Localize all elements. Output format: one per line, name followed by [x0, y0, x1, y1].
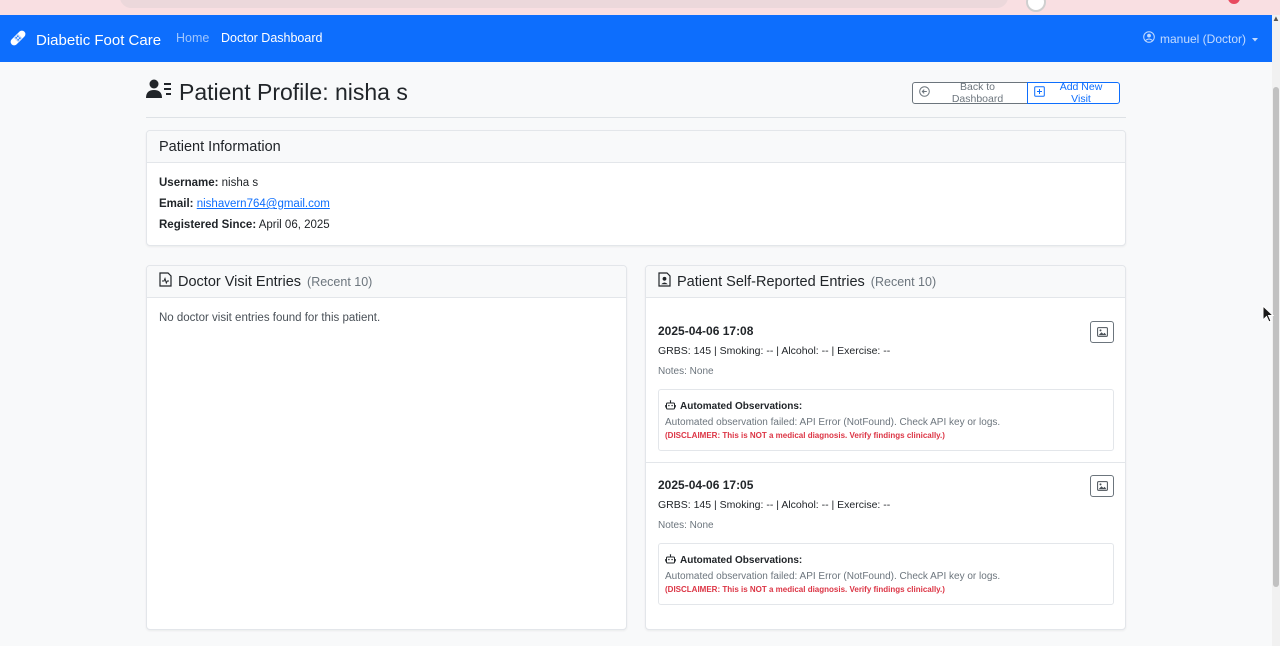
automated-observations-text: Automated observation failed: API Error … — [665, 417, 1001, 428]
patient-information-body: Username: nisha s Email: nishavern764@gm… — [147, 163, 1125, 240]
entry-divider — [646, 462, 1125, 463]
user-menu-label: manuel (Doctor) — [1159, 31, 1246, 46]
automated-observations-title: Automated Observations: — [680, 555, 803, 566]
entry-datetime: 2025-04-06 17:05 — [658, 478, 754, 492]
entry-notes: Notes: None — [658, 366, 714, 377]
image-icon — [1096, 325, 1108, 340]
email-row: Email: nishavern764@gmail.com — [159, 198, 1113, 219]
arrow-left-circle-icon — [919, 86, 930, 100]
patient-information-header: Patient Information — [147, 131, 1125, 163]
person-lines-icon — [146, 78, 172, 106]
medical-disclaimer: (DISCLAIMER: This is NOT a medical diagn… — [665, 585, 945, 594]
browser-address-bar[interactable] — [120, 0, 1008, 8]
registered-label: Registered Since: — [159, 219, 257, 231]
self-reported-entries-count-note: (Recent 10) — [870, 274, 937, 289]
user-menu-dropdown[interactable]: manuel (Doctor) — [1143, 31, 1259, 46]
entry-stats: GRBS: 145 | Smoking: -- | Alcohol: -- | … — [658, 499, 891, 511]
automated-observations-text: Automated observation failed: API Error … — [665, 571, 1001, 582]
bandage-icon — [8, 28, 28, 52]
header-divider — [146, 117, 1126, 118]
add-new-visit-label: Add New Visit — [1059, 81, 1103, 105]
automated-observations-heading: Automated Observations: — [664, 398, 1107, 415]
patient-information-title: Patient Information — [159, 138, 281, 155]
scrollbar-thumb[interactable] — [1273, 87, 1279, 587]
self-reported-entries-title: Patient Self-Reported Entries — [677, 273, 865, 290]
self-reported-entry: 2025-04-06 17:08 GRBS: 145 | Smoking: --… — [658, 321, 1114, 451]
doctor-visit-entries-count-note: (Recent 10) — [307, 274, 373, 289]
file-person-icon — [658, 272, 671, 291]
robot-icon — [664, 554, 677, 567]
brand-link[interactable]: Diabetic Foot Care — [8, 28, 161, 52]
caret-down-icon — [1251, 32, 1259, 46]
doctor-visit-entries-header: Doctor Visit Entries (Recent 10) — [147, 266, 626, 298]
top-navbar: Diabetic Foot Care Home Doctor Dashboard… — [0, 15, 1272, 62]
browser-toolbar — [0, 0, 1280, 15]
automated-observations-title: Automated Observations: — [680, 401, 803, 412]
robot-icon — [664, 400, 677, 413]
header-button-group: Back to Dashboard Add New Visit — [912, 81, 1120, 105]
medical-disclaimer: (DISCLAIMER: This is NOT a medical diagn… — [665, 431, 945, 440]
brand-text: Diabetic Foot Care — [36, 31, 162, 49]
entry-stats: GRBS: 145 | Smoking: -- | Alcohol: -- | … — [658, 345, 891, 357]
registered-row: Registered Since: April 06, 2025 — [159, 219, 1113, 240]
back-to-dashboard-button[interactable]: Back to Dashboard — [912, 81, 1028, 105]
add-new-visit-button[interactable]: Add New Visit — [1027, 81, 1120, 105]
email-label: Email: — [159, 198, 194, 210]
username-label: Username: — [159, 177, 219, 189]
automated-observations-heading: Automated Observations: — [664, 552, 1107, 569]
doctor-visit-entries-card: Doctor Visit Entries (Recent 10) No doct… — [146, 265, 627, 630]
page-title: Patient Profile: nisha s — [146, 78, 408, 106]
browser-notification-badge — [1228, 0, 1240, 4]
self-reported-entries-card: Patient Self-Reported Entries (Recent 10… — [645, 265, 1126, 630]
username-value: nisha s — [221, 177, 259, 189]
automated-observations-box: Automated Observations: Automated observ… — [658, 543, 1114, 605]
entry-datetime: 2025-04-06 17:08 — [658, 324, 754, 338]
username-row: Username: nisha s — [159, 177, 1113, 198]
nav-doctor-dashboard-link[interactable]: Doctor Dashboard — [221, 31, 322, 45]
view-image-button[interactable] — [1090, 475, 1114, 497]
back-to-dashboard-label: Back to Dashboard — [951, 81, 1004, 105]
image-icon — [1096, 479, 1108, 494]
email-link[interactable]: nishavern764@gmail.com — [197, 198, 330, 210]
page-title-text: Patient Profile: nisha s — [179, 78, 408, 105]
doctor-visit-entries-title: Doctor Visit Entries — [178, 273, 302, 290]
doctor-visit-empty-message: No doctor visit entries found for this p… — [159, 312, 381, 324]
browser-account-icon[interactable] — [1026, 0, 1046, 12]
view-image-button[interactable] — [1090, 321, 1114, 343]
plus-square-icon — [1034, 86, 1045, 100]
self-reported-entry: 2025-04-06 17:05 GRBS: 145 | Smoking: --… — [658, 475, 1114, 605]
person-circle-icon — [1143, 31, 1155, 46]
patient-information-card: Patient Information Username: nisha s Em… — [146, 130, 1126, 246]
mouse-cursor-icon — [1262, 304, 1275, 330]
scroll-up-arrow-icon[interactable]: ▲ — [1272, 14, 1280, 24]
automated-observations-box: Automated Observations: Automated observ… — [658, 389, 1114, 451]
file-medical-icon — [159, 272, 172, 291]
nav-home-link[interactable]: Home — [176, 31, 209, 45]
self-reported-entries-header: Patient Self-Reported Entries (Recent 10… — [646, 266, 1125, 298]
page-scrollbar[interactable] — [1272, 15, 1280, 646]
registered-value: April 06, 2025 — [258, 219, 330, 231]
entry-notes: Notes: None — [658, 520, 714, 531]
